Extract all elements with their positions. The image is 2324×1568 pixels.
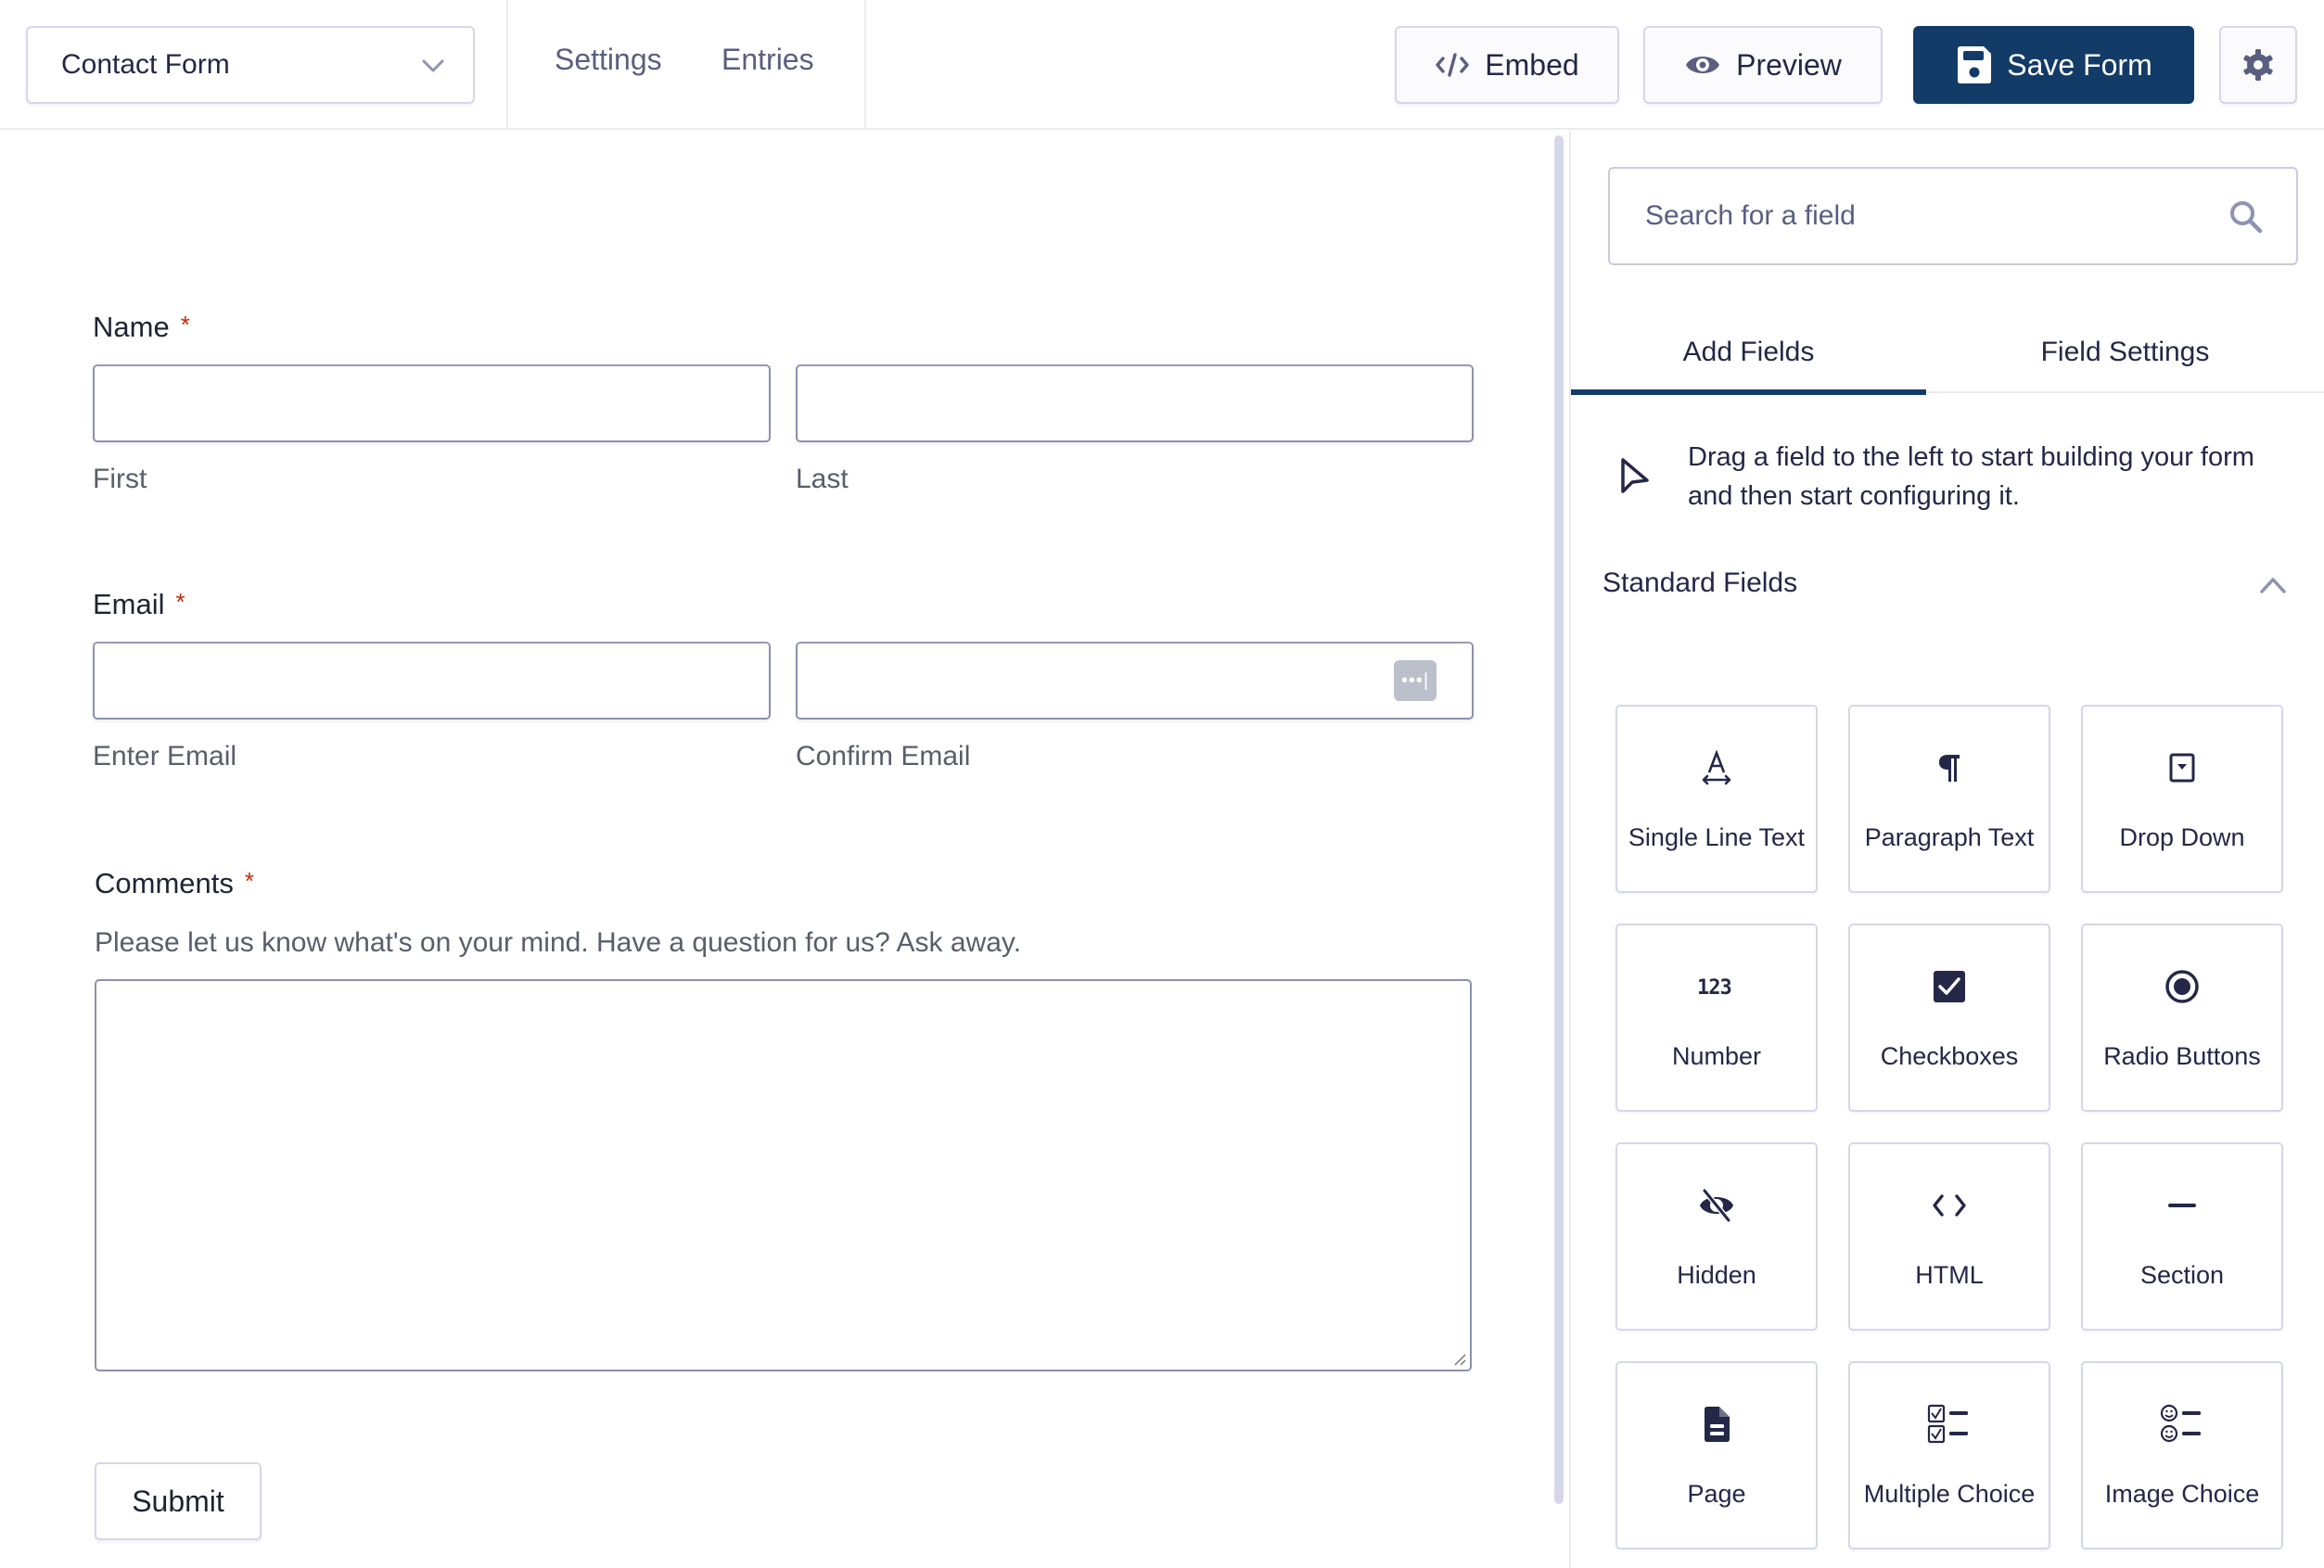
checkbox-icon: [1934, 971, 1965, 1002]
text-width-icon: [1702, 750, 1731, 785]
settings-gear-button[interactable]: [2219, 26, 2297, 104]
confirm-email-input[interactable]: •••|: [796, 642, 1474, 720]
page-icon: [1705, 1407, 1730, 1442]
field-tile-label: Section: [2139, 1261, 2225, 1289]
save-form-button[interactable]: Save Form: [1913, 26, 2194, 104]
code-icon: [1436, 53, 1469, 77]
field-sidebar: Add Fields Field Settings Drag a field t…: [1571, 132, 2324, 1568]
comments-label-text: Comments: [95, 867, 234, 899]
dropdown-icon: [2169, 753, 2195, 783]
chevron-down-icon: [422, 59, 444, 72]
field-tile-radio-buttons[interactable]: Radio Buttons: [2081, 924, 2283, 1112]
last-name-input[interactable]: [796, 364, 1474, 442]
password-manager-icon[interactable]: •••|: [1394, 660, 1437, 701]
field-tile-page[interactable]: Page: [1615, 1361, 1818, 1549]
field-tile-number[interactable]: 123 Number: [1615, 924, 1818, 1112]
field-tile-label: Number: [1671, 1042, 1762, 1070]
field-tile-label: Radio Buttons: [2103, 1042, 2261, 1070]
email-field-label: Email *: [93, 588, 185, 621]
last-name-sublabel: Last: [796, 464, 849, 494]
sidebar-tabs: Add Fields Field Settings: [1571, 312, 2324, 395]
field-tile-label: Single Line Text: [1628, 823, 1806, 851]
field-tile-label: Image Choice: [2104, 1480, 2260, 1508]
comments-textarea[interactable]: [95, 979, 1472, 1371]
first-name-sublabel: First: [93, 464, 147, 494]
field-search-input[interactable]: [1645, 200, 2261, 232]
divider: [864, 0, 866, 130]
field-tile-checkboxes[interactable]: Checkboxes: [1848, 924, 2050, 1112]
required-asterisk: *: [180, 311, 190, 338]
field-tile-paragraph-text[interactable]: Paragraph Text: [1848, 705, 2050, 893]
field-tile-label: Drop Down: [2119, 823, 2245, 851]
email-label-text: Email: [93, 588, 165, 620]
section-line-icon: [2168, 1204, 2196, 1207]
field-tile-image-choice[interactable]: Image Choice: [2081, 1361, 2283, 1549]
required-asterisk: *: [175, 588, 185, 616]
field-tile-single-line-text[interactable]: Single Line Text: [1615, 705, 1818, 893]
name-label-text: Name: [93, 311, 170, 343]
preview-button[interactable]: Preview: [1643, 26, 1883, 104]
field-tile-label: Multiple Choice: [1863, 1480, 2036, 1508]
search-icon: [2230, 201, 2263, 234]
eye-slash-icon: [1700, 1189, 1733, 1222]
gear-icon: [2243, 49, 2273, 81]
comments-description: Please let us know what's on your mind. …: [95, 927, 1022, 958]
field-tile-multiple-choice[interactable]: Multiple Choice: [1848, 1361, 2050, 1549]
image-choice-icon: [2160, 1404, 2201, 1443]
standard-fields-heading[interactable]: Standard Fields: [1603, 567, 1797, 599]
enter-email-sublabel: Enter Email: [93, 741, 237, 771]
radio-icon: [2165, 970, 2199, 1003]
form-selector[interactable]: Contact Form: [26, 26, 475, 104]
email-input[interactable]: [93, 642, 771, 720]
field-tile-label: Page: [1687, 1480, 1746, 1508]
field-tile-section[interactable]: Section: [2081, 1142, 2283, 1331]
paragraph-icon: [1939, 755, 1960, 782]
field-tile-hidden[interactable]: Hidden: [1615, 1142, 1818, 1331]
cursor-pointer-icon: [1621, 458, 1649, 493]
form-selector-value: Contact Form: [61, 49, 230, 80]
multiple-choice-icon: [1927, 1404, 1968, 1444]
field-search[interactable]: [1608, 167, 2298, 265]
required-asterisk: *: [244, 867, 254, 895]
field-tile-html[interactable]: HTML: [1848, 1142, 2050, 1331]
resize-handle-icon[interactable]: [1451, 1351, 1466, 1366]
field-tile-label: Paragraph Text: [1864, 823, 2035, 851]
svg-text:123: 123: [1697, 976, 1731, 999]
eye-icon: [1686, 57, 1720, 73]
comments-field-label: Comments *: [95, 867, 254, 900]
top-bar: Contact Form Settings Entries Embed Prev…: [0, 0, 2324, 130]
drag-hint-text: Drag a field to the left to start buildi…: [1688, 442, 2254, 511]
field-tile-label: HTML: [1915, 1261, 1984, 1289]
embed-button[interactable]: Embed: [1395, 26, 1619, 104]
standard-fields-grid: Single Line Text Paragraph Text Drop Dow…: [1615, 705, 2287, 1549]
code-brackets-icon: [1933, 1194, 1966, 1217]
nav-entries[interactable]: Entries: [721, 43, 814, 77]
submit-button[interactable]: Submit: [95, 1462, 262, 1540]
save-form-label: Save Form: [2007, 47, 2152, 82]
chevron-up-icon[interactable]: [2259, 575, 2287, 595]
canvas-scrollbar[interactable]: [1554, 135, 1564, 1504]
tab-field-settings[interactable]: Field Settings: [1926, 312, 2324, 393]
name-field-label: Name *: [93, 311, 190, 344]
number-icon: 123: [1697, 976, 1732, 999]
field-tile-label: Hidden: [1677, 1261, 1756, 1289]
first-name-input[interactable]: [93, 364, 771, 442]
tab-add-fields[interactable]: Add Fields: [1571, 312, 1926, 395]
field-tile-label: Checkboxes: [1880, 1042, 2019, 1070]
confirm-email-sublabel: Confirm Email: [796, 741, 971, 771]
field-tile-drop-down[interactable]: Drop Down: [2081, 705, 2283, 893]
divider: [506, 0, 508, 130]
embed-label: Embed: [1485, 47, 1579, 82]
nav-settings[interactable]: Settings: [555, 43, 662, 77]
preview-label: Preview: [1736, 47, 1842, 82]
floppy-disk-icon: [1958, 46, 1992, 83]
